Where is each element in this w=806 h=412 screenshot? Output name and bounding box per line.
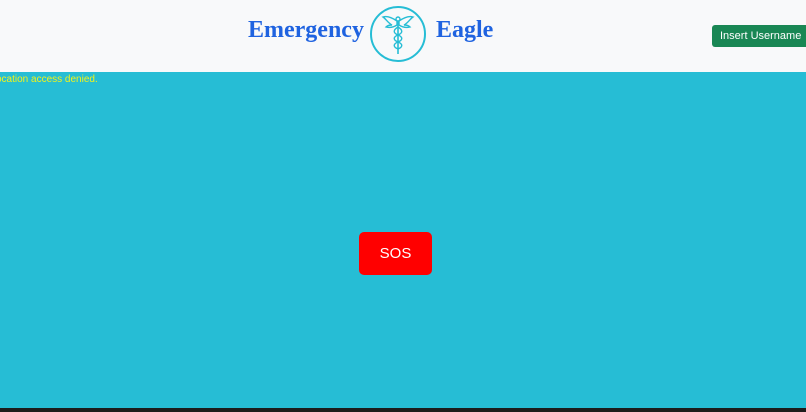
bottom-edge-bar [0,408,806,412]
sos-button[interactable]: SOS [359,232,432,275]
user-menu-label: Insert Username [720,30,802,42]
app-page: Emergency Eagle Insert Username ocation … [0,0,806,412]
user-menu-dropdown[interactable]: Insert Username [712,25,806,47]
brand-title-left: Emergency [248,17,364,43]
brand-title-right: Eagle [436,17,494,43]
top-navbar: Emergency Eagle Insert Username [0,0,806,72]
caduceus-eagle-icon [370,6,426,62]
location-status-message: ocation access denied. [0,74,98,85]
